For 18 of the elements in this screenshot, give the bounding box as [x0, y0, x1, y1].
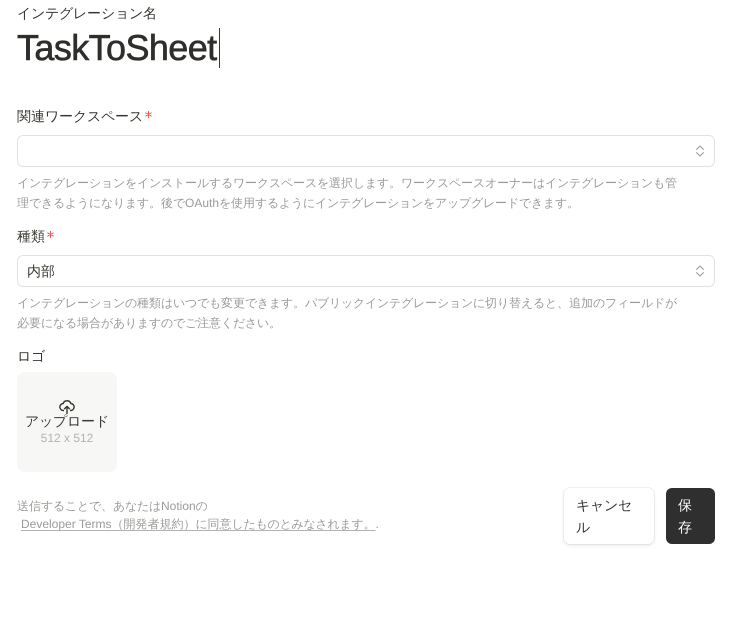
chevron-up-down-icon	[695, 264, 705, 278]
field-label: インテグレーション名	[17, 4, 157, 23]
size-hint: 512 x 512	[40, 430, 94, 446]
select-field[interactable]: 内部	[17, 255, 715, 287]
field-label: 種類	[17, 227, 45, 246]
select-field[interactable]	[17, 135, 715, 167]
cancel-button[interactable]: キャンセル	[564, 488, 654, 544]
chevron-up-down-icon	[695, 144, 705, 158]
field-label: ロゴ	[17, 347, 45, 366]
help-text: インテグレーションをインストールするワークスペースを選択します。ワークスペースオーナーはインテグレーションも管理できるようになります。後でOAuthを使用するようにインテグレーションをアップグレードできます。	[17, 175, 677, 212]
logo-upload-tile[interactable]: アップロード 512 x 512	[17, 372, 117, 472]
help-text: インテグレーションの種類はいつでも変更できます。パブリックインテグレーションに切り替えると、追加のフィールドが必要になる場合がありますのでご注意ください。	[17, 295, 677, 332]
terms-notice: 送信することで、あなたはNotionの Developer Terms（開発者規約）に同意したものとみなされます。.	[17, 498, 380, 533]
cloud-upload-icon	[59, 398, 75, 414]
save-button[interactable]: 保存	[666, 488, 715, 544]
name-input[interactable]: TaskToSheet	[17, 28, 220, 68]
field-label: 関連ワークスペース	[17, 107, 143, 126]
upload-label: アップロード	[25, 412, 109, 430]
